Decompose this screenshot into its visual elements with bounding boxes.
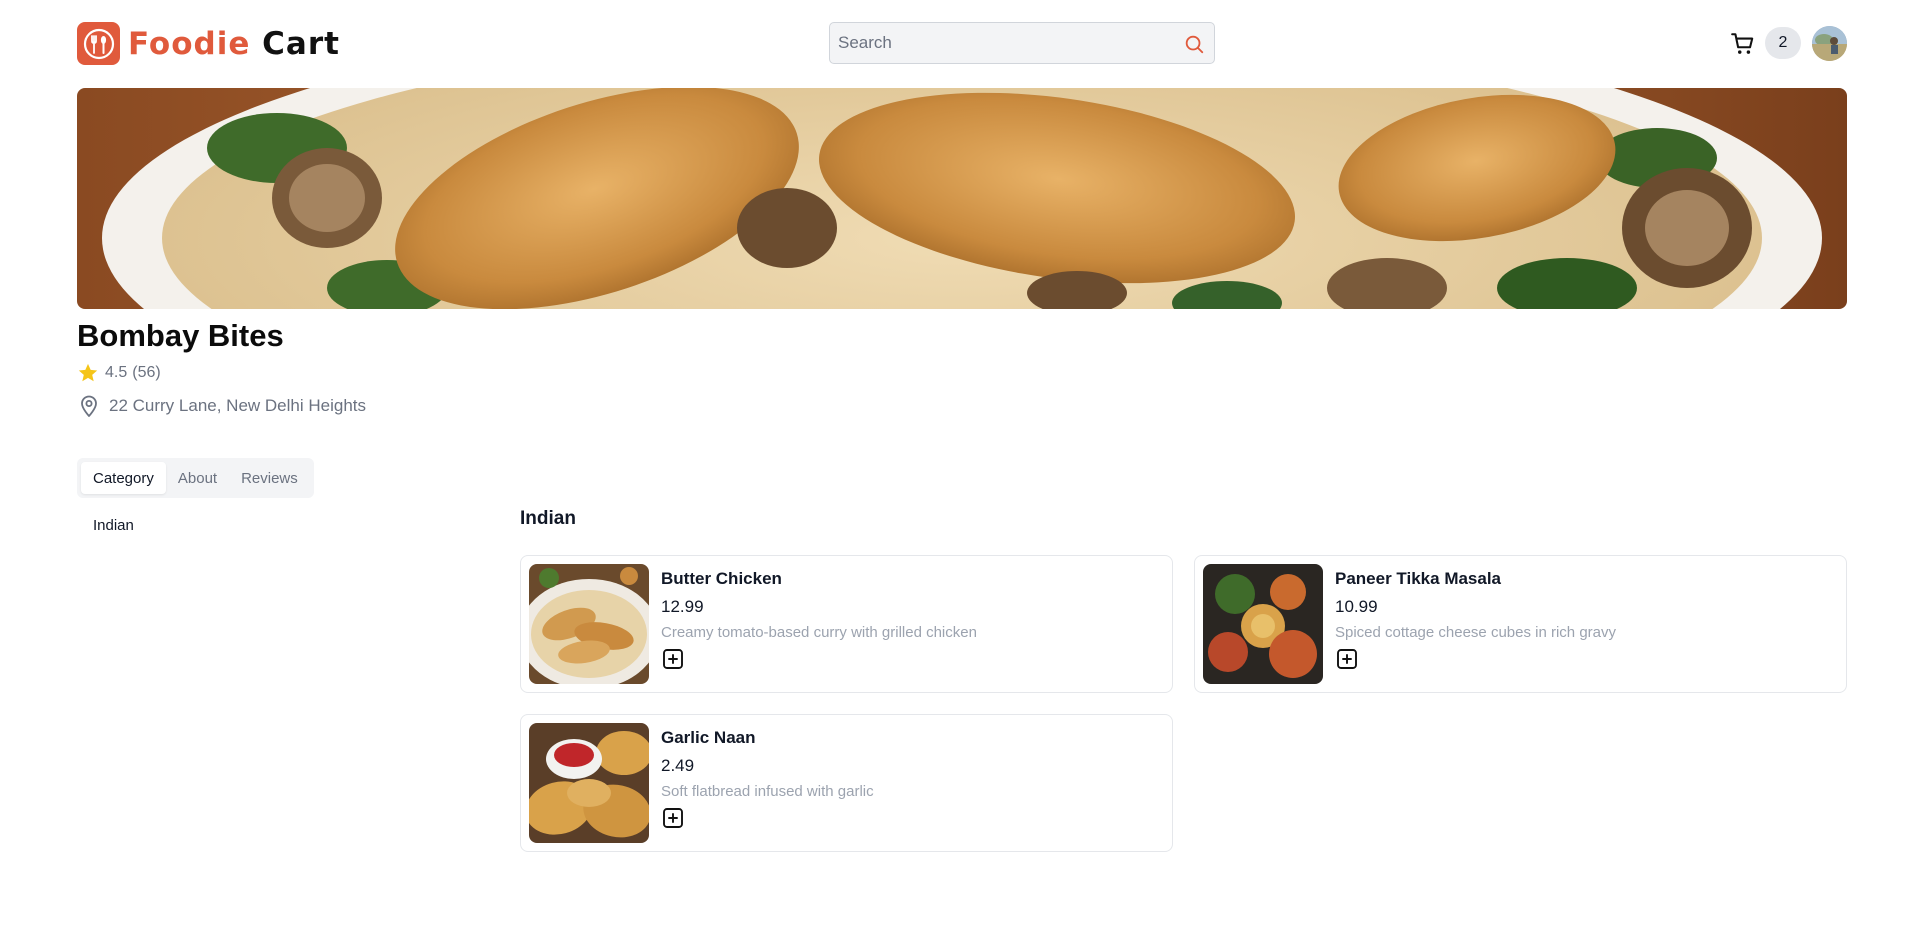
- review-count: (56): [132, 364, 161, 381]
- top-header: Foodie Cart 2: [0, 0, 1916, 88]
- address-row: 22 Curry Lane, New Delhi Heights: [77, 394, 366, 418]
- menu-item-name: Butter Chicken: [661, 569, 782, 588]
- cart-icon[interactable]: [1730, 31, 1756, 57]
- tab-category[interactable]: Category: [81, 462, 166, 494]
- tab-reviews[interactable]: Reviews: [229, 462, 310, 494]
- hero-banner-image: [77, 88, 1847, 309]
- logo-word-foodie: Foodie: [128, 25, 251, 62]
- star-icon: [78, 363, 98, 382]
- menu-item-image: [529, 723, 649, 843]
- menu-section-title: Indian: [520, 508, 576, 529]
- menu-item-description: Soft flatbread infused with garlic: [661, 783, 874, 800]
- plus-square-icon[interactable]: [661, 806, 685, 830]
- search-input[interactable]: [830, 33, 1150, 53]
- rating-row: 4.5 (56): [77, 362, 161, 384]
- menu-item-image: [1203, 564, 1323, 684]
- menu-item-price: 12.99: [661, 597, 704, 616]
- menu-item-description: Spiced cottage cheese cubes in rich grav…: [1335, 624, 1616, 641]
- logo-utensils-icon: [77, 22, 120, 65]
- menu-item-card[interactable]: Butter Chicken 12.99 Creamy tomato-based…: [520, 555, 1173, 693]
- search-bar: [829, 22, 1215, 64]
- plus-square-icon[interactable]: [1335, 647, 1359, 671]
- rating-value: 4.5: [105, 364, 128, 381]
- menu-item-image: [529, 564, 649, 684]
- tab-about[interactable]: About: [166, 462, 229, 494]
- search-icon[interactable]: [1183, 33, 1205, 55]
- menu-item-card[interactable]: Garlic Naan 2.49 Soft flatbread infused …: [520, 714, 1173, 852]
- address-text: 22 Curry Lane, New Delhi Heights: [109, 396, 367, 415]
- menu-item-name: Garlic Naan: [661, 728, 756, 747]
- user-avatar[interactable]: [1812, 26, 1847, 61]
- plus-square-icon[interactable]: [661, 647, 685, 671]
- logo[interactable]: Foodie Cart: [77, 22, 340, 65]
- menu-item-description: Creamy tomato-based curry with grilled c…: [661, 624, 977, 641]
- logo-text: Foodie Cart: [128, 26, 340, 62]
- logo-word-cart: Cart: [262, 25, 340, 62]
- sidebar-category-indian[interactable]: Indian: [93, 517, 134, 534]
- menu-item-card[interactable]: Paneer Tikka Masala 10.99 Spiced cottage…: [1194, 555, 1847, 693]
- cart-count-badge[interactable]: 2: [1765, 27, 1801, 59]
- restaurant-name: Bombay Bites: [77, 318, 284, 353]
- menu-item-price: 10.99: [1335, 597, 1378, 616]
- map-pin-icon: [81, 395, 97, 417]
- menu-item-price: 2.49: [661, 756, 695, 775]
- tab-bar: Category About Reviews: [77, 458, 314, 498]
- menu-item-name: Paneer Tikka Masala: [1335, 569, 1502, 588]
